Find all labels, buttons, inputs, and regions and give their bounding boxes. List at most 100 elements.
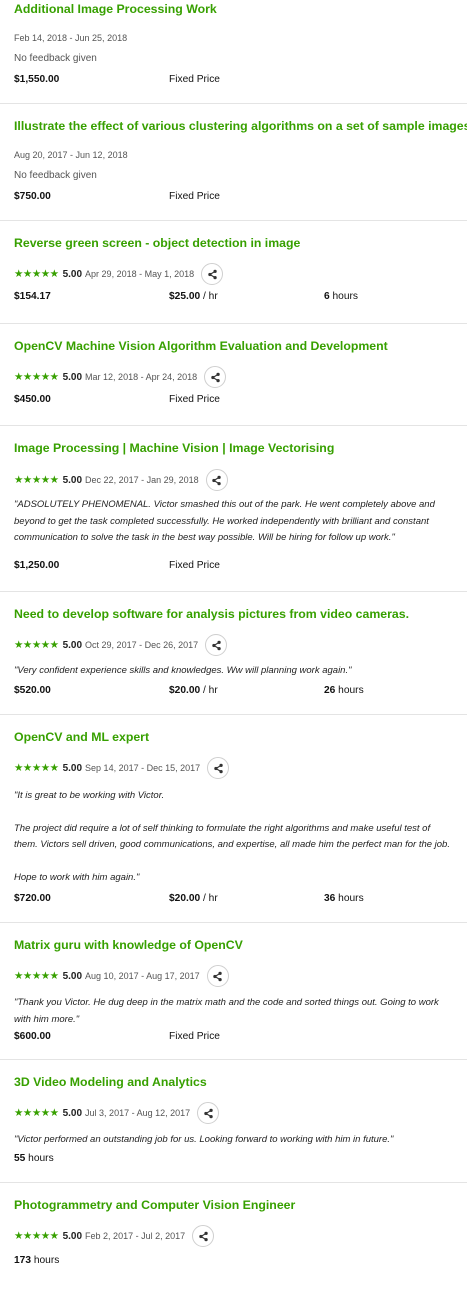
feedback-paragraph: Hope to work with him again." <box>14 871 140 883</box>
rating-row: ★★★★★ 5.00 Apr 29, 2018 - May 1, 2018 <box>14 261 224 287</box>
job-entry: OpenCV and ML expert ★★★★★ 5.00 Sep 14, 201… <box>0 715 467 923</box>
no-feedback-text: No feedback given <box>14 53 97 64</box>
job-dates: Jul 3, 2017 - Aug 12, 2017 <box>85 1108 191 1118</box>
earned-amount: $720.00 <box>14 893 51 904</box>
job-title-link[interactable]: 3D Video Modeling and Analytics <box>14 1075 207 1089</box>
rating-score: 5.00 <box>62 474 83 486</box>
share-button[interactable] <box>192 1225 215 1247</box>
no-feedback-text: No feedback given <box>14 170 97 181</box>
job-entry: Photogrammetry and Computer Vision Engin… <box>0 1183 467 1289</box>
share-button[interactable] <box>207 757 230 779</box>
job-title-link[interactable]: OpenCV Machine Vision Algorithm Evaluati… <box>14 339 388 353</box>
earned-amount: $1,250.00 <box>14 560 60 571</box>
feedback-paragraph: "Thank you Victor. He dug deep in the ma… <box>14 997 439 1025</box>
job-title-link[interactable]: Additional Image Processing Work <box>14 2 217 16</box>
share-button[interactable] <box>204 366 227 388</box>
job-terms: $720.00 $20.00 / hr 36 hours <box>14 893 454 904</box>
rating-row: ★★★★★ 5.00 Mar 12, 2018 - Apr 24, 2018 <box>14 364 227 390</box>
price-type: Fixed Price <box>169 394 220 405</box>
job-dates: Apr 29, 2018 - May 1, 2018 <box>85 269 195 279</box>
job-terms: $1,250.00 Fixed Price <box>14 560 454 571</box>
rate-value: $25.00 <box>169 291 201 302</box>
job-terms: $520.00 $20.00 / hr 26 hours <box>14 685 454 696</box>
hours-unit: hours <box>25 1153 54 1164</box>
job-dates: Feb 2, 2017 - Jul 2, 2017 <box>85 1231 186 1241</box>
job-terms: 55 hours <box>14 1153 454 1164</box>
feedback-paragraph: "ADSOLUTELY PHENOMENAL. Victor smashed t… <box>14 499 435 543</box>
share-icon <box>211 475 222 486</box>
hourly-rate: $20.00 / hr <box>169 685 324 696</box>
rating-score: 5.00 <box>62 762 83 774</box>
job-terms: $1,550.00 Fixed Price <box>14 74 454 85</box>
rating-stars-icon: ★★★★★ <box>14 474 59 486</box>
job-title-link[interactable]: Image Processing | Machine Vision | Imag… <box>14 441 334 455</box>
share-icon <box>207 269 218 280</box>
earned-amount: $600.00 <box>14 1031 51 1042</box>
job-title-link[interactable]: Need to develop software for analysis pi… <box>14 607 409 621</box>
earned-amount: $750.00 <box>14 191 51 202</box>
hours-worked: 173 hours <box>14 1255 59 1266</box>
rate-unit: / hr <box>200 893 218 904</box>
job-dates: Mar 12, 2018 - Apr 24, 2018 <box>85 372 198 382</box>
rating-score: 5.00 <box>62 1230 83 1242</box>
rating-row: ★★★★★ 5.00 Oct 29, 2017 - Dec 26, 2017 <box>14 632 228 658</box>
job-terms: $600.00 Fixed Price <box>14 1031 454 1042</box>
hourly-rate: $20.00 / hr <box>169 893 324 904</box>
rating-stars-icon: ★★★★★ <box>14 639 59 651</box>
job-entry: Matrix guru with knowledge of OpenCV ★★★★… <box>0 923 467 1060</box>
hourly-rate: $25.00 / hr <box>169 291 324 302</box>
client-feedback: "ADSOLUTELY PHENOMENAL. Victor smashed t… <box>14 497 454 547</box>
price-type: Fixed Price <box>169 560 220 571</box>
job-title-link[interactable]: Matrix guru with knowledge of OpenCV <box>14 938 243 952</box>
client-feedback: "Very confident experience skills and kn… <box>14 663 454 680</box>
share-button[interactable] <box>205 469 228 491</box>
job-terms: $450.00 Fixed Price <box>14 394 454 405</box>
rate-value: $20.00 <box>169 685 201 696</box>
hours-worked: 55 hours <box>14 1153 54 1164</box>
feedback-paragraph: "Very confident experience skills and kn… <box>14 665 352 676</box>
job-dates: Aug 20, 2017 - Jun 12, 2018 <box>14 150 128 160</box>
share-icon <box>212 971 223 982</box>
hours-unit: hours <box>335 685 364 696</box>
rating-stars-icon: ★★★★★ <box>14 1107 59 1119</box>
share-icon <box>211 640 222 651</box>
rate-unit: / hr <box>200 685 218 696</box>
hours-worked: 26 hours <box>324 685 364 696</box>
feedback-paragraph: "It is great to be working with Victor. <box>14 790 165 801</box>
feedback-paragraph: The project did require a lot of self th… <box>14 822 450 851</box>
rating-score: 5.00 <box>62 268 83 280</box>
job-terms: $750.00 Fixed Price <box>14 191 454 202</box>
earned-amount: $1,550.00 <box>14 74 60 85</box>
rate-unit: / hr <box>200 291 218 302</box>
job-dates: Oct 29, 2017 - Dec 26, 2017 <box>85 640 199 650</box>
job-entry: Image Processing | Machine Vision | Imag… <box>0 426 467 592</box>
rating-row: ★★★★★ 5.00 Aug 10, 2017 - Aug 17, 2017 <box>14 963 229 989</box>
hours-worked: 36 hours <box>324 893 364 904</box>
hours-unit: hours <box>31 1255 60 1266</box>
hours-value: 173 <box>14 1255 31 1266</box>
job-entry: Need to develop software for analysis pi… <box>0 592 467 715</box>
job-title-link[interactable]: Photogrammetry and Computer Vision Engin… <box>14 1198 295 1212</box>
share-icon <box>210 372 221 383</box>
share-button[interactable] <box>205 634 228 656</box>
job-title-link[interactable]: Illustrate the effect of various cluster… <box>14 119 467 133</box>
hours-unit: hours <box>335 893 364 904</box>
job-terms: $154.17 $25.00 / hr 6 hours <box>14 291 454 302</box>
share-icon <box>203 1108 214 1119</box>
job-title-link[interactable]: Reverse green screen - object detection … <box>14 236 300 250</box>
work-history-list: Additional Image Processing Work Feb 14, … <box>0 0 467 1289</box>
hours-value: 55 <box>14 1153 26 1164</box>
rating-stars-icon: ★★★★★ <box>14 371 59 383</box>
hours-unit: hours <box>329 291 359 302</box>
client-feedback: "It is great to be working with Victor. T… <box>14 788 454 886</box>
share-button[interactable] <box>197 1102 220 1124</box>
share-button[interactable] <box>206 965 229 987</box>
job-entry: Reverse green screen - object detection … <box>0 221 467 324</box>
share-button[interactable] <box>201 263 224 285</box>
job-dates: Aug 10, 2017 - Aug 17, 2017 <box>85 971 200 981</box>
job-title-link[interactable]: OpenCV and ML expert <box>14 730 149 744</box>
hours-value: 26 <box>324 685 336 696</box>
hours-value: 36 <box>324 893 336 904</box>
earned-amount: $154.17 <box>14 291 51 302</box>
price-type: Fixed Price <box>169 191 220 202</box>
